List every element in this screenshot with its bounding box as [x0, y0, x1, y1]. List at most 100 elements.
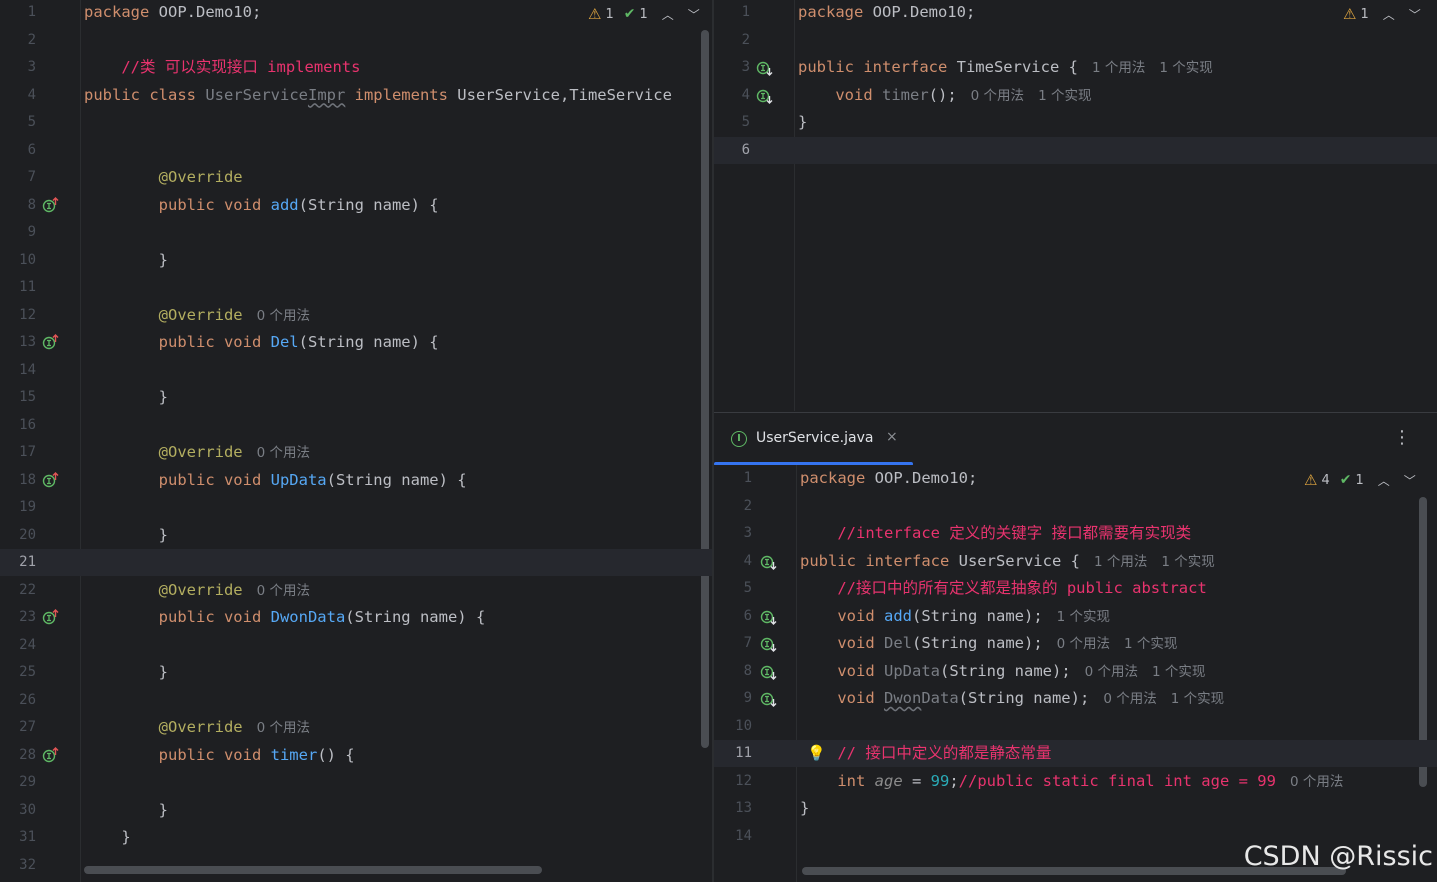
code-text[interactable]: }	[84, 797, 168, 824]
inlay-usage-hint[interactable]: 0 个用法	[257, 720, 310, 736]
code-line[interactable]: 7 @Override	[0, 164, 712, 191]
inlay-usage-hint[interactable]: 1 个实现	[1171, 691, 1224, 707]
code-line[interactable]: 3 public interface TimeService {1 个用法 1 个实…	[714, 54, 1437, 81]
code-text[interactable]: //interface 定义的关键字 接口都需要有实现类	[800, 520, 1191, 547]
code-text[interactable]: void Del(String name); 0 个用法 1 个实现	[800, 630, 1177, 658]
code-line[interactable]: 9 void DwonData(String name); 0 个用法 1 个实现	[714, 685, 1437, 712]
code-text[interactable]: @Override 0 个用法	[84, 577, 310, 605]
code-text[interactable]: }	[800, 795, 809, 822]
inlay-usage-hint[interactable]: 0 个用法	[257, 308, 310, 324]
code-text[interactable]: package OOP.Demo10;	[800, 465, 977, 492]
implemented-method-icon[interactable]	[760, 662, 778, 680]
code-line[interactable]: 12 int age = 99;//public static final in…	[714, 768, 1437, 795]
code-text[interactable]: }	[84, 384, 168, 411]
code-line[interactable]: 10 }	[0, 247, 712, 274]
code-line[interactable]: 7 void Del(String name); 0 个用法 1 个实现	[714, 630, 1437, 657]
code-text[interactable]: @Override 0 个用法	[84, 439, 310, 467]
inlay-usage-hint[interactable]: 0 个用法	[1057, 636, 1110, 652]
code-line[interactable]: 15 }	[0, 384, 712, 411]
code-line[interactable]: 19	[0, 494, 712, 521]
inlay-usage-hint[interactable]: 1 个实现	[1161, 554, 1214, 570]
code-line[interactable]: 23 public void DwonData(String name) {	[0, 604, 712, 631]
inlay-usage-hint[interactable]: 0 个用法	[1103, 691, 1156, 707]
code-text[interactable]: void add(String name); 1 个实现	[800, 603, 1110, 631]
code-line[interactable]: 2	[0, 27, 712, 54]
inlay-usage-hint[interactable]: 0 个用法	[971, 88, 1024, 104]
code-text[interactable]: void UpData(String name); 0 个用法 1 个实现	[800, 658, 1205, 686]
code-line[interactable]: 24	[0, 632, 712, 659]
code-line[interactable]: 26	[0, 687, 712, 714]
code-text[interactable]: }	[84, 522, 168, 549]
inlay-usage-hint[interactable]: 1 个实现	[1152, 664, 1205, 680]
code-line[interactable]: 16	[0, 412, 712, 439]
code-text[interactable]: }	[84, 247, 168, 274]
code-line[interactable]: 10	[714, 713, 1437, 740]
code-line[interactable]: 12 @Override 0 个用法	[0, 302, 712, 329]
implemented-method-icon[interactable]	[760, 607, 778, 625]
code-line[interactable]: 28 public void timer() {	[0, 742, 712, 769]
code-line[interactable]: 13}	[714, 795, 1437, 822]
code-line[interactable]: 4 public interface UserService {1 个用法 1 个实…	[714, 548, 1437, 575]
code-line[interactable]: 1 package OOP.Demo10;	[714, 0, 1437, 26]
inlay-usage-hint[interactable]: 1 个实现	[1038, 88, 1091, 104]
code-line[interactable]: 27 @Override 0 个用法	[0, 714, 712, 741]
code-line[interactable]: 1 package OOP.Demo10;	[714, 465, 1437, 492]
inlay-usage-hint[interactable]: 0 个用法	[1085, 664, 1138, 680]
code-line[interactable]: 4 void timer(); 0 个用法 1 个实现	[714, 82, 1437, 109]
code-text[interactable]: }	[84, 659, 168, 686]
code-line[interactable]: 21	[0, 549, 712, 576]
code-text[interactable]: public class UserServiceImpr implements …	[84, 82, 672, 109]
inlay-usage-hint[interactable]: 1 个实现	[1124, 636, 1177, 652]
code-line[interactable]: 2	[714, 27, 1437, 54]
inlay-usage-hint[interactable]: 0 个用法	[257, 583, 310, 599]
code-line[interactable]: 6	[0, 137, 712, 164]
code-line[interactable]: 22 @Override 0 个用法	[0, 577, 712, 604]
code-text[interactable]: public void timer() {	[84, 742, 355, 769]
inlay-usage-hint[interactable]: 1 个实现	[1057, 609, 1110, 625]
code-line[interactable]: 3 //interface 定义的关键字 接口都需要有实现类	[714, 520, 1437, 547]
code-line[interactable]: 14	[0, 357, 712, 384]
implemented-method-icon[interactable]	[760, 689, 778, 707]
code-text[interactable]: @Override 0 个用法	[84, 302, 310, 330]
code-text[interactable]: package OOP.Demo10;	[84, 0, 261, 26]
implemented-method-icon[interactable]	[756, 86, 774, 104]
override-method-icon[interactable]	[42, 746, 60, 764]
code-text[interactable]: @Override	[84, 164, 243, 191]
code-line[interactable]: 8 void UpData(String name); 0 个用法 1 个实现	[714, 658, 1437, 685]
inlay-usage-hint[interactable]: 1 个用法	[1094, 554, 1147, 570]
code-text[interactable]: }	[798, 109, 807, 136]
implemented-method-icon[interactable]	[760, 552, 778, 570]
code-line[interactable]: 32	[0, 852, 712, 879]
code-line[interactable]: 2	[714, 493, 1437, 520]
implemented-method-icon[interactable]	[756, 58, 774, 76]
inlay-usage-hint[interactable]: 1 个实现	[1159, 60, 1212, 76]
code-line[interactable]: 4 public class UserServiceImpr implements…	[0, 82, 712, 109]
code-text[interactable]: public interface UserService {1 个用法 1 个实现	[800, 548, 1215, 576]
code-text[interactable]: @Override 0 个用法	[84, 714, 310, 742]
code-line[interactable]: 18 public void UpData(String name) {	[0, 467, 712, 494]
code-text[interactable]: //类 可以实现接口 implements	[84, 54, 360, 81]
code-line[interactable]: 11 💡 // 接口中定义的都是静态常量	[714, 740, 1437, 767]
override-method-icon[interactable]	[42, 196, 60, 214]
code-text[interactable]: // 接口中定义的都是静态常量	[800, 740, 1051, 767]
code-text[interactable]: public interface TimeService {1 个用法 1 个实现	[798, 54, 1213, 82]
code-text[interactable]: public void DwonData(String name) {	[84, 604, 486, 631]
code-line[interactable]: 25 }	[0, 659, 712, 686]
code-line[interactable]: 1 package OOP.Demo10;	[0, 0, 712, 26]
code-text[interactable]: public void add(String name) {	[84, 192, 439, 219]
inlay-usage-hint[interactable]: 0 个用法	[257, 445, 310, 461]
code-text[interactable]: int age = 99;//public static final int a…	[800, 768, 1343, 796]
code-text[interactable]: public void Del(String name) {	[84, 329, 439, 356]
code-line[interactable]: 30 }	[0, 797, 712, 824]
code-line[interactable]: 31 }	[0, 824, 712, 851]
code-line[interactable]: 5	[0, 109, 712, 136]
code-line[interactable]: 5 //接口中的所有定义都是抽象的 public abstract	[714, 575, 1437, 602]
inlay-usage-hint[interactable]: 1 个用法	[1092, 60, 1145, 76]
code-text[interactable]: }	[84, 824, 130, 851]
code-text[interactable]: package OOP.Demo10;	[798, 0, 975, 26]
code-line[interactable]: 17 @Override 0 个用法	[0, 439, 712, 466]
implemented-method-icon[interactable]	[760, 634, 778, 652]
override-method-icon[interactable]	[42, 333, 60, 351]
code-line[interactable]: 29	[0, 769, 712, 796]
override-method-icon[interactable]	[42, 608, 60, 626]
